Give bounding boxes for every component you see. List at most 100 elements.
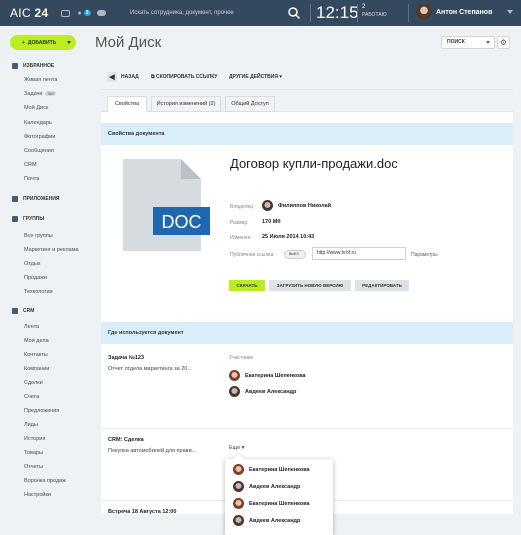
usage-header: Где используется документ (101, 322, 513, 344)
sidebar-item[interactable]: Предложения (24, 408, 59, 414)
work-status[interactable]: 2 РАБОТАЮ (362, 3, 387, 19)
sidebar-item[interactable]: Все группы (24, 233, 53, 239)
sidebar-section-crm[interactable]: CRM (12, 308, 34, 314)
divider (408, 4, 409, 22)
sidebar-section-favorites[interactable]: ИЗБРАННОЕ (12, 63, 54, 69)
usage-title[interactable]: CRM: Сделка (108, 437, 144, 443)
more-dropdown[interactable]: Еще ▾ (229, 445, 245, 451)
logo-text: AIC (10, 6, 31, 20)
popup-person[interactable]: Авдеев Александр (233, 515, 300, 526)
sidebar-item[interactable]: Мои дела (24, 338, 49, 344)
owner-label: Владелец: (230, 204, 255, 210)
section-title: CRM (23, 308, 35, 314)
sidebar-item[interactable]: Отчеты (24, 464, 43, 470)
divider (357, 4, 358, 22)
size-label: Размер: (230, 220, 249, 226)
sidebar-item[interactable]: Продажи (24, 275, 47, 281)
person-name: Авдеев Александр (249, 517, 301, 524)
cloud-icon[interactable] (96, 10, 106, 16)
participant[interactable]: Екатерина Шепенкова (229, 370, 306, 381)
work-status-label: РАБОТАЮ (362, 12, 387, 18)
tab-sharing[interactable]: Общий Доступ (225, 96, 275, 112)
public-link-field[interactable]: http://www.hrof.ru (312, 247, 406, 260)
params-link[interactable]: Параметры (411, 252, 438, 258)
avatar (233, 515, 244, 526)
back-label: НАЗАД (121, 74, 139, 80)
main-area: Мой Диск ПОИСК ⚙ ◀ НАЗАД ⧉ СКОПИРОВАТЬ СС… (93, 26, 521, 535)
sidebar-item[interactable]: Техкологии (24, 289, 53, 295)
chevron-down-icon (486, 41, 490, 44)
sidebar-item[interactable]: Лиды (24, 422, 38, 428)
public-link-toggle[interactable]: ВЫКЛ (284, 250, 306, 259)
participants-popup: Екатерина Шепенкова Авдеев Александр Ека… (225, 453, 333, 535)
gear-icon[interactable]: ⚙ (497, 36, 510, 49)
avatar (233, 464, 244, 475)
download-button[interactable]: СКАЧАТЬ (229, 280, 265, 291)
sidebar-item[interactable]: Сделки (24, 380, 43, 386)
avatar (229, 370, 240, 381)
sidebar-item[interactable]: История (24, 436, 45, 442)
sidebar-item[interactable]: CRM (24, 162, 37, 168)
toolbar: ◀ НАЗАД ⧉ СКОПИРОВАТЬ ССЫЛКУ ДРУГИЕ ДЕЙСТ… (101, 64, 513, 90)
owner[interactable]: Филиппов Николай (262, 200, 331, 211)
notifications-button[interactable]: ● 3 (78, 10, 91, 17)
sidebar-item[interactable]: Настройки (24, 492, 51, 498)
copy-link-label: СКОПИРОВАТЬ ССЫЛКУ (155, 74, 218, 80)
sidebar-item[interactable]: Мой Диск (24, 105, 48, 111)
search-input[interactable]: Искать сотрудника, документ, прочее (130, 5, 305, 21)
person-name: Екатерина Шепенкова (249, 466, 310, 473)
sidebar-item[interactable]: Живая лента (24, 77, 57, 83)
size-value: 170 Mб (262, 219, 281, 225)
doc-file-icon: DOC (123, 159, 210, 251)
logo[interactable]: AIC 24 (10, 6, 49, 20)
tasks-badge: 30+ (45, 91, 57, 96)
chat-icon[interactable] (60, 9, 70, 17)
tab-properties[interactable]: Свойства (107, 96, 147, 112)
other-actions-button[interactable]: ДРУГИЕ ДЕЙСТВИЯ ▾ (229, 74, 282, 80)
sidebar-item[interactable]: Счета (24, 394, 39, 400)
edit-button[interactable]: РЕДАКТИРОВАТЬ (355, 280, 409, 291)
avatar (416, 4, 432, 20)
filter-select[interactable]: ПОИСК (441, 36, 495, 49)
changed-value: 25 Июля 2014 10:43 (262, 234, 315, 240)
sidebar-item[interactable]: Воронка продаж (24, 478, 66, 484)
tasks-count: 2 (362, 4, 366, 10)
chevron-down-icon[interactable] (507, 10, 513, 14)
avatar (233, 498, 244, 509)
search-placeholder: Искать сотрудника, документ, прочее (130, 10, 234, 16)
popup-person[interactable]: Авдеев Александр (233, 481, 300, 492)
plus-icon: + (22, 39, 25, 46)
tab-history[interactable]: История изменений (2) (151, 96, 221, 112)
filter-label: ПОИСК (447, 39, 465, 45)
section-title: ГРУППЫ (23, 216, 45, 222)
sidebar-item[interactable]: Почта (24, 176, 39, 182)
sidebar-item[interactable]: Контакты (24, 352, 48, 358)
usage-title[interactable]: Встреча 18 Августа 12:00 (108, 509, 176, 515)
popup-person[interactable]: Екатерина Шепенкова (233, 498, 310, 509)
sidebar-item[interactable]: Лента (24, 324, 39, 330)
sidebar-item[interactable]: Товары (24, 450, 43, 456)
sidebar-item[interactable]: Сообщения (24, 148, 54, 154)
sidebar-item[interactable]: Отдых (24, 261, 41, 267)
sidebar-item[interactable]: Компании (24, 366, 49, 372)
upload-version-button[interactable]: ЗАГРУЗИТЬ НОВУЮ ВЕРСИЮ (269, 280, 351, 291)
sidebar-section-apps[interactable]: ПРИЛОЖЕНИЯ (12, 196, 60, 202)
logo-number: 24 (34, 6, 49, 20)
popup-person[interactable]: Екатерина Шепенкова (233, 464, 310, 475)
user-menu[interactable]: Антон Степанов (416, 4, 492, 20)
avatar (262, 200, 273, 211)
sidebar-item[interactable]: Календарь (24, 120, 52, 126)
sidebar-item[interactable]: Фотографии (24, 134, 55, 140)
tabs: Свойства История изменений (2) Общий Дос… (101, 90, 513, 112)
person-name: Авдеев Александр (249, 483, 301, 490)
sidebar-item-tasks[interactable]: Задачи 30+ (24, 91, 57, 97)
participant[interactable]: Авдеев Александр (229, 386, 296, 397)
search-icon[interactable] (287, 6, 301, 20)
copy-link-button[interactable]: ⧉ СКОПИРОВАТЬ ССЫЛКУ (151, 74, 218, 80)
sidebar-item[interactable]: Маркетинг и реклама (24, 247, 79, 253)
sidebar-section-groups[interactable]: ГРУППЫ (12, 216, 44, 222)
back-button[interactable]: ◀ НАЗАД (107, 71, 143, 83)
usage-title[interactable]: Задача №123 (108, 355, 144, 361)
add-button[interactable]: + ДОБАВИТЬ (10, 35, 76, 50)
changed-label: Изменен: (230, 235, 252, 241)
